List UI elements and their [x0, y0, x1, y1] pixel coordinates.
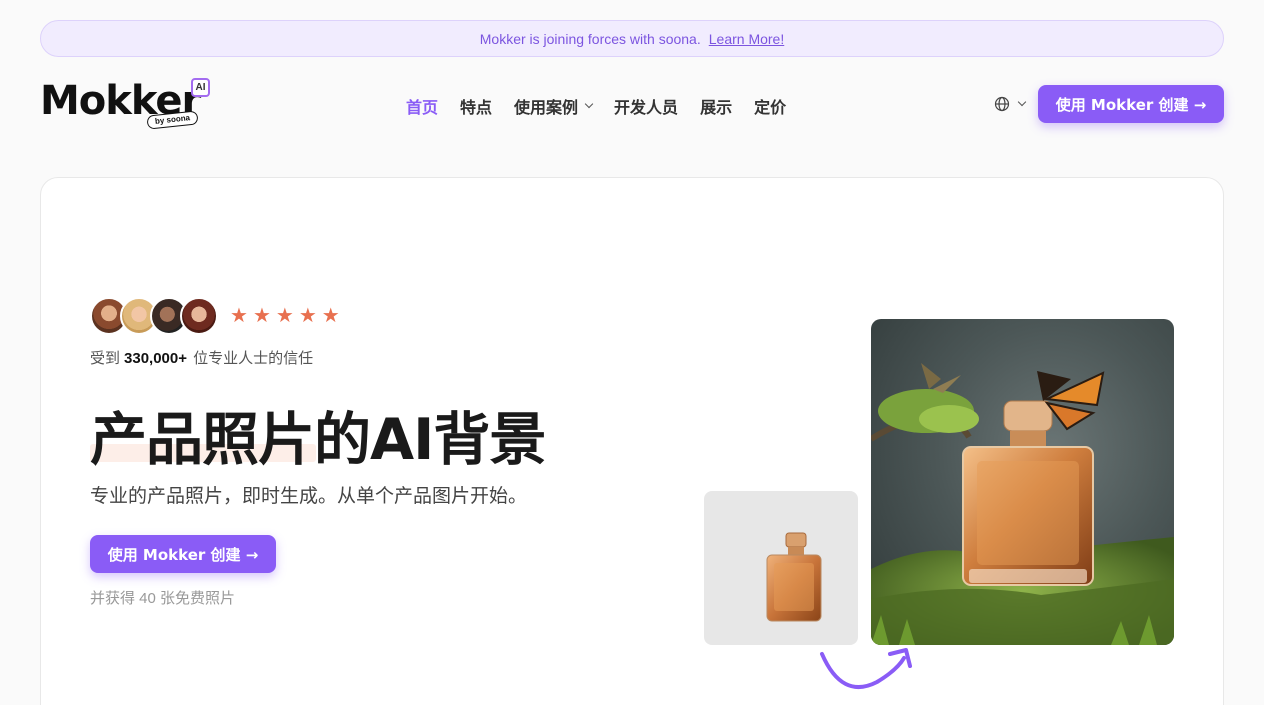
- user-avatars: [90, 297, 218, 335]
- announcement-bar: Mokker is joining forces with soona. Lea…: [40, 20, 1224, 57]
- main-nav: 首页 特点 使用案例 开发人员 展示 定价: [406, 95, 808, 117]
- star-icon: ★: [252, 305, 271, 327]
- rating-stars: ★ ★ ★ ★ ★: [230, 306, 345, 326]
- trust-prefix: 受到: [90, 350, 121, 367]
- trust-suffix: 位专业人士的信任: [189, 350, 314, 367]
- free-photos-note: 并获得 40 张免费照片: [90, 590, 236, 607]
- nav-item-developers[interactable]: 开发人员: [614, 94, 678, 118]
- announcement-text: Mokker is joining forces with soona.: [479, 30, 701, 47]
- nav-item-home[interactable]: 首页: [406, 94, 438, 118]
- globe-icon: [994, 96, 1010, 112]
- language-selector[interactable]: [994, 96, 1027, 112]
- star-icon: ★: [298, 305, 317, 327]
- create-button-hero[interactable]: 使用 Mokker 创建 →: [90, 535, 276, 573]
- logo-ai-badge: AI: [191, 78, 210, 97]
- create-button-header[interactable]: 使用 Mokker 创建 →: [1038, 85, 1224, 123]
- curved-arrow-icon: [820, 648, 912, 689]
- nav-item-features[interactable]: 特点: [460, 94, 492, 118]
- nav-item-use-cases[interactable]: 使用案例: [514, 94, 594, 118]
- avatar: [180, 297, 218, 335]
- hero-headline: 产品照片的AI背景: [90, 407, 546, 473]
- perfume-bottle-image: [766, 532, 822, 622]
- nav-item-use-cases-label: 使用案例: [514, 98, 579, 117]
- before-product-image: [704, 491, 858, 645]
- star-icon: ★: [230, 305, 248, 327]
- chevron-down-icon: [584, 99, 594, 109]
- styled-perfume-scene: [871, 363, 1174, 645]
- mokker-logo[interactable]: Mokker AI by soona: [40, 76, 215, 132]
- hero-subtitle: 专业的产品照片，即时生成。从单个产品图片开始。: [90, 486, 528, 507]
- trust-count: 330,000+: [124, 350, 187, 367]
- trust-line: 受到 330,000+ 位专业人士的信任: [90, 347, 313, 368]
- learn-more-link[interactable]: Learn More!: [709, 31, 784, 47]
- star-icon: ★: [275, 305, 294, 327]
- after-styled-image: [871, 319, 1174, 645]
- nav-item-pricing[interactable]: 定价: [754, 94, 786, 118]
- star-icon: ★: [321, 305, 340, 327]
- chevron-down-icon: [1017, 97, 1027, 107]
- nav-item-showcase[interactable]: 展示: [700, 94, 732, 118]
